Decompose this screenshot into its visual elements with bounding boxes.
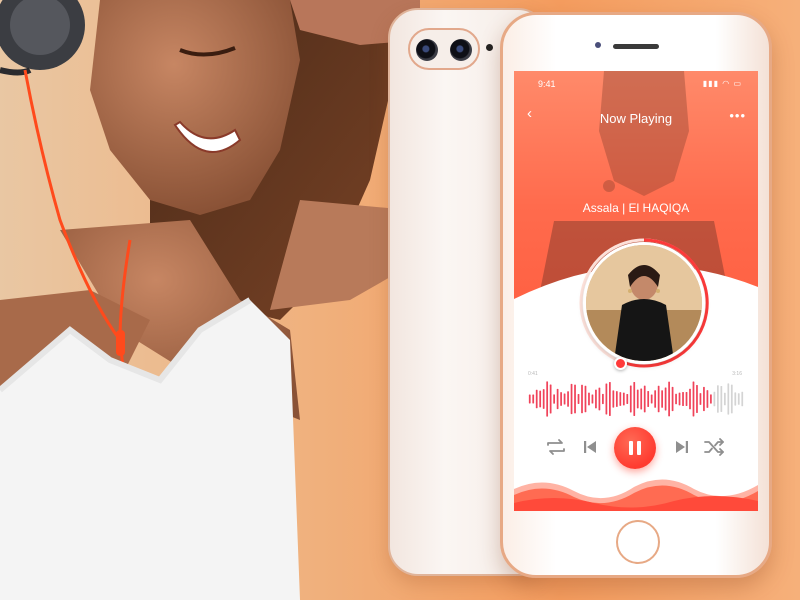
waveform-bar <box>556 388 559 410</box>
waveform-bar <box>574 384 576 414</box>
waveform-bar <box>602 393 604 405</box>
waveform-bar <box>678 392 681 406</box>
waveform-bar <box>654 390 657 408</box>
waveform-bar <box>727 383 730 415</box>
waveform-bar <box>598 387 601 411</box>
music-player-screen: 9:41 ▮▮▮ ◠ ▭ ‹ Now Playing ••• Assala | … <box>514 71 758 511</box>
waveform-bar <box>717 385 719 413</box>
waveform-bar <box>647 391 650 407</box>
waveform-bar <box>675 393 677 405</box>
waveform-bar <box>546 381 549 417</box>
waveform-bar <box>689 388 691 410</box>
progress-knob[interactable] <box>614 357 627 370</box>
waveform-bar <box>622 392 625 406</box>
status-icons: ▮▮▮ ◠ ▭ <box>703 79 742 88</box>
waveform-bar <box>553 394 555 404</box>
total-time: 3:16 <box>732 371 742 377</box>
waveform-bar <box>713 391 716 407</box>
waveform-bar <box>567 391 569 407</box>
waveform-bar <box>609 382 611 416</box>
phone-front: 9:41 ▮▮▮ ◠ ▭ ‹ Now Playing ••• Assala | … <box>500 12 772 578</box>
audio-waveform[interactable] <box>528 381 744 417</box>
waveform-bar <box>671 386 674 412</box>
earpiece-speaker <box>613 44 659 49</box>
waveform-bar <box>595 389 597 409</box>
waveform-bar <box>734 392 737 406</box>
shuffle-icon[interactable] <box>702 435 726 459</box>
waveform-bar <box>629 385 632 413</box>
waveform-bar <box>615 391 618 407</box>
pause-icon <box>629 441 641 455</box>
waveform-bar <box>723 392 726 406</box>
decorative-bottom-wave <box>514 479 758 511</box>
wifi-icon: ◠ <box>722 79 731 88</box>
album-art <box>583 242 705 364</box>
signal-icon: ▮▮▮ <box>702 79 719 88</box>
status-bar: 9:41 ▮▮▮ ◠ ▭ <box>514 71 758 95</box>
waveform-bar <box>737 393 740 405</box>
waveform-bar <box>668 381 670 417</box>
waveform-bar <box>685 392 688 406</box>
waveform-bar <box>720 386 723 412</box>
waveform-bar <box>710 394 712 404</box>
waveform-bar <box>741 391 744 407</box>
waveform-bar <box>581 384 583 414</box>
flash-icon <box>486 44 493 51</box>
home-button[interactable] <box>616 520 660 564</box>
waveform-bar <box>661 390 663 408</box>
waveform-bar <box>640 388 643 410</box>
waveform-bar <box>650 394 653 404</box>
skip-previous-icon[interactable] <box>578 435 602 459</box>
waveform-bar <box>549 384 552 414</box>
camera-lens-icon <box>416 39 438 61</box>
waveform-bar <box>633 382 636 416</box>
waveform-bar <box>563 393 566 405</box>
waveform-bar <box>664 387 667 411</box>
waveform-bar <box>626 394 629 404</box>
waveform-bar <box>528 394 531 404</box>
waveform-bar <box>591 394 594 404</box>
waveform-bar <box>588 392 590 406</box>
waveform-bar <box>657 385 660 413</box>
more-dots-icon[interactable]: ••• <box>729 108 746 123</box>
page-title: Now Playing <box>599 111 673 126</box>
battery-icon: ▭ <box>733 79 742 88</box>
waveform-bar <box>542 389 545 409</box>
waveform-bar <box>643 385 646 413</box>
skip-next-icon[interactable] <box>670 435 694 459</box>
waveform-bar <box>605 383 608 415</box>
waveform-bar <box>619 392 622 406</box>
camera-lens-icon <box>450 39 472 61</box>
waveform-bar <box>703 386 705 412</box>
pause-button[interactable] <box>614 427 656 469</box>
waveform-bar <box>692 381 695 417</box>
waveform-bar <box>612 390 615 408</box>
dual-camera-module <box>408 28 480 70</box>
waveform-bar <box>570 383 573 415</box>
waveform-bar <box>539 390 542 408</box>
waveform-bar <box>730 384 733 414</box>
repeat-icon[interactable] <box>544 435 568 459</box>
waveform-bar <box>577 394 580 404</box>
status-time: 9:41 <box>538 79 556 89</box>
waveform-bar <box>706 390 709 408</box>
waveform-bar <box>584 385 587 413</box>
song-title: Assala | El HAQIQA <box>582 201 690 215</box>
elapsed-time: 0:41 <box>528 371 538 377</box>
waveform-bar <box>682 391 684 407</box>
waveform-bar <box>636 389 639 409</box>
waveform-bar <box>696 385 698 413</box>
waveform-bar <box>532 394 535 404</box>
waveform-bar <box>699 393 702 405</box>
playback-controls <box>514 427 758 471</box>
front-camera <box>595 42 601 48</box>
woman-with-headphones-photo <box>0 0 420 600</box>
waveform-bar <box>535 389 538 409</box>
waveform-bar <box>560 392 562 406</box>
